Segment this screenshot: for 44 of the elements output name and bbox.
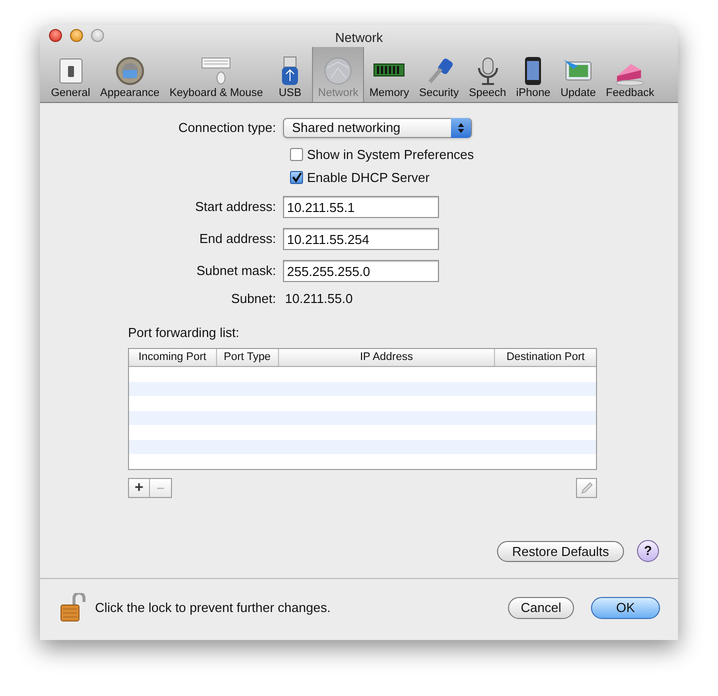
column-header[interactable]: IP Address <box>278 349 496 366</box>
toolbar-tab[interactable]: Feedback <box>600 46 660 102</box>
cancel-button[interactable]: Cancel <box>508 597 574 619</box>
add-button[interactable]: + <box>129 479 150 497</box>
pencil-icon <box>580 482 593 494</box>
checkbox[interactable] <box>290 171 303 184</box>
checkbox-label: Show in System Preferences <box>307 146 474 164</box>
toolbar-tab[interactable]: Keyboard & Mouse <box>164 46 268 102</box>
toolbar-tab[interactable]: General <box>46 46 96 102</box>
zoom-button[interactable] <box>91 29 104 42</box>
edit-button[interactable] <box>576 478 597 498</box>
restore-defaults-button[interactable]: Restore Defaults <box>497 540 624 562</box>
field-label: Subnet: <box>230 290 277 308</box>
address-field[interactable]: 10.211.55.1 <box>283 196 439 218</box>
address-field[interactable]: 255.255.255.0 <box>283 260 439 282</box>
unlocked-padlock-icon <box>60 593 86 623</box>
toolbar-tab[interactable]: iPhone <box>511 46 556 102</box>
toolbar-tab[interactable]: Memory <box>364 46 414 102</box>
column-header[interactable]: Incoming Port <box>129 349 217 366</box>
toolbar-tab[interactable]: USB <box>268 46 312 102</box>
toolbar-tab[interactable]: Appearance <box>95 46 164 102</box>
connection-type-dropdown[interactable]: Shared networking <box>283 118 472 138</box>
stepper-icon <box>451 118 471 138</box>
help-button[interactable]: ? <box>637 540 659 562</box>
ok-button[interactable]: OK <box>591 597 660 619</box>
field-label: Start address: <box>194 198 277 216</box>
checkbox[interactable] <box>290 148 303 161</box>
close-button[interactable] <box>49 29 62 42</box>
field-label: Subnet mask: <box>196 262 277 280</box>
window-title: Network <box>335 29 383 47</box>
checkbox-label: Enable DHCP Server <box>307 168 430 187</box>
minimize-button[interactable] <box>70 29 83 42</box>
keyboard-mouse-icon <box>199 56 234 86</box>
field-label: End address: <box>198 230 277 248</box>
field-label: Connection type: <box>177 119 277 138</box>
toolbar-tab[interactable]: Speech <box>464 46 512 102</box>
toolbar-tab[interactable]: Security <box>414 46 464 102</box>
subnet-value: 10.211.55.0 <box>284 290 353 308</box>
column-header[interactable]: Port Type <box>216 349 279 366</box>
toolbar-tab[interactable]: Update <box>555 46 601 102</box>
column-header[interactable]: Destination Port <box>495 349 596 366</box>
section-label: Port forwarding list: <box>128 325 240 341</box>
address-field[interactable]: 10.211.55.254 <box>283 228 439 250</box>
lock-message: Click the lock to prevent further changes. <box>95 599 332 618</box>
